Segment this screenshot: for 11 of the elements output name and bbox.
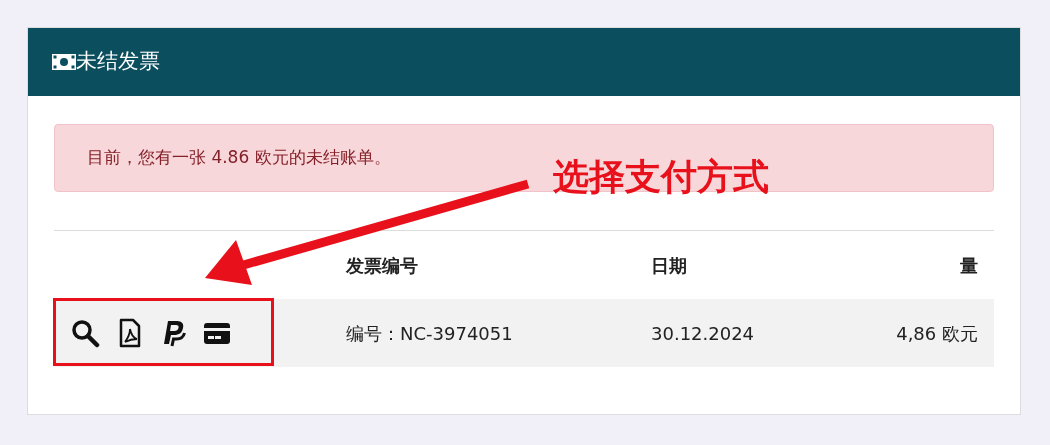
alert-message: 目前，您有一张 4.86 欧元的未结账单。 (87, 146, 391, 170)
table-cell-text: 编号：NC-3974051 (346, 321, 514, 346)
column-header: 量 (959, 253, 979, 278)
column-header: 发票编号 (346, 253, 419, 278)
table-cell-text: 30.12.2024 (651, 321, 756, 346)
banknote-icon (52, 54, 76, 70)
table-cell-text: 4,86 欧元 (895, 321, 979, 346)
search-icon[interactable] (70, 318, 100, 348)
column-header: 日期 (651, 253, 688, 278)
card-title: 未结发票 (76, 48, 160, 76)
annotation-text: 选择支付方式 (553, 155, 769, 199)
